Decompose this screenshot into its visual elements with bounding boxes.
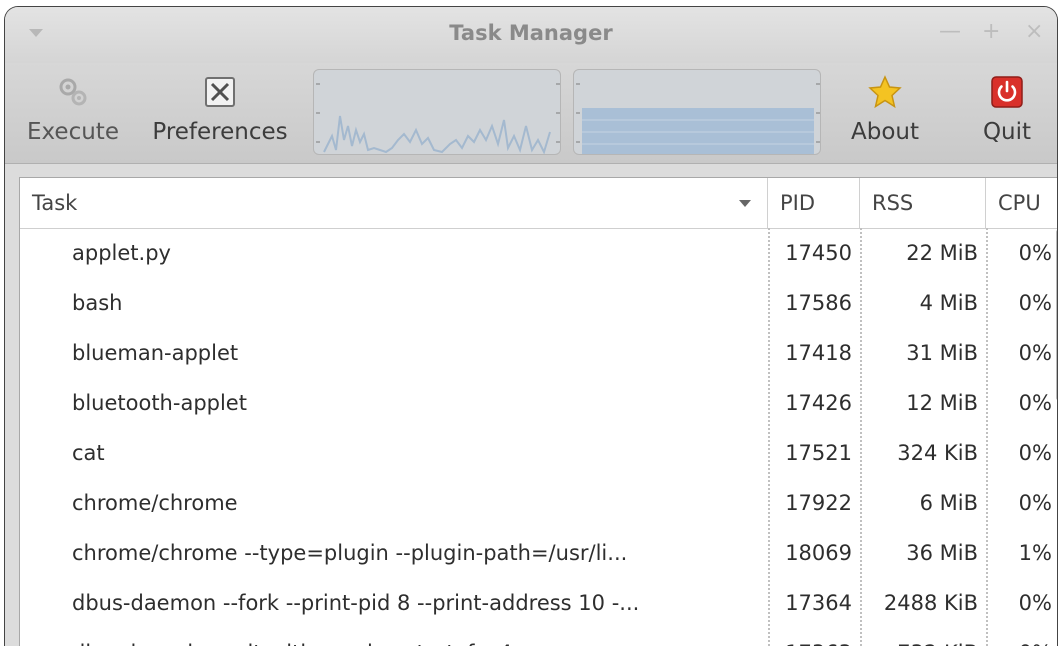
maximize-icon[interactable]: + [982, 19, 1000, 44]
task-name: applet.py [72, 241, 171, 265]
table-row[interactable]: bluetooth-applet 17426 12 MiB 0% [20, 378, 1057, 428]
table-row[interactable]: cat 17521 324 KiB 0% [20, 428, 1057, 478]
task-cpu: 0% [1018, 391, 1052, 415]
task-name: chrome/chrome [72, 491, 238, 515]
task-name: dbus-daemon --fork --print-pid 8 --print… [72, 591, 640, 615]
process-list[interactable]: Task PID RSS CPU applet.py 17450 22 MiB … [19, 177, 1057, 646]
memory-usage-graph [573, 69, 821, 155]
gears-icon [59, 78, 87, 106]
table-row[interactable]: applet.py 17450 22 MiB 0% [20, 228, 1057, 278]
task-rss: 6 MiB [919, 491, 978, 515]
quit-label: Quit [982, 119, 1032, 145]
column-header-cpu[interactable]: CPU [986, 178, 1057, 228]
task-rss: 324 KiB [897, 441, 978, 465]
table-row[interactable]: chrome/chrome 17922 6 MiB 0% [20, 478, 1057, 528]
task-pid: 17922 [785, 491, 852, 515]
task-rss: 31 MiB [906, 341, 978, 365]
task-rss: 2488 KiB [883, 591, 978, 615]
task-rss: 732 KiB [860, 628, 986, 646]
task-pid: 17426 [785, 391, 852, 415]
task-cpu: 0% [1018, 341, 1052, 365]
quit-button[interactable]: Quit [967, 63, 1047, 163]
column-header-task[interactable]: Task [20, 178, 768, 228]
task-pid: 17418 [785, 341, 852, 365]
task-name: bash [72, 291, 123, 315]
task-name: blueman-applet [72, 341, 239, 365]
execute-label: Execute [27, 119, 119, 145]
task-pid: 17363 [768, 628, 860, 646]
about-label: About [850, 119, 919, 145]
title-bar[interactable]: Task Manager — + × [5, 7, 1057, 63]
power-icon [991, 76, 1023, 108]
execute-button[interactable]: Execute [19, 63, 127, 163]
task-pid: 17521 [785, 441, 852, 465]
task-name: dbus-launch --exit-with-session startxfc… [20, 628, 768, 646]
task-pid: 17586 [785, 291, 852, 315]
task-cpu: 0% [1018, 491, 1052, 515]
task-pid: 18069 [785, 541, 852, 565]
task-pid: 17364 [785, 591, 852, 615]
table-row[interactable]: chrome/chrome --type=plugin --plugin-pat… [20, 528, 1057, 578]
task-name: chrome/chrome --type=plugin --plugin-pat… [72, 541, 628, 565]
task-rss: 4 MiB [919, 291, 978, 315]
vertical-scrollbar[interactable] [1056, 230, 1057, 400]
window-title: Task Manager [449, 21, 613, 45]
task-cpu: 0% [986, 628, 1057, 646]
column-header-pid[interactable]: PID [768, 178, 860, 228]
table-row[interactable]: dbus-launch --exit-with-session startxfc… [20, 628, 1057, 646]
cpu-usage-graph [313, 69, 561, 155]
task-rss: 36 MiB [906, 541, 978, 565]
preferences-button[interactable]: Preferences [141, 63, 299, 163]
task-cpu: 0% [1018, 241, 1052, 265]
table-row[interactable]: bash 17586 4 MiB 0% [20, 278, 1057, 328]
process-list-header: Task PID RSS CPU [20, 178, 1057, 229]
task-cpu: 0% [1018, 441, 1052, 465]
close-icon[interactable]: × [1025, 19, 1043, 44]
column-header-rss[interactable]: RSS [860, 178, 986, 228]
toolbar: Execute Preferences About Quit [5, 63, 1057, 164]
task-name: cat [72, 441, 105, 465]
task-rss: 22 MiB [906, 241, 978, 265]
task-pid: 17450 [785, 241, 852, 265]
table-row[interactable]: blueman-applet 17418 31 MiB 0% [20, 328, 1057, 378]
task-cpu: 1% [1018, 541, 1052, 565]
preferences-label: Preferences [152, 119, 288, 145]
about-button[interactable]: About [837, 63, 933, 163]
task-name: bluetooth-applet [72, 391, 247, 415]
task-cpu: 0% [1018, 591, 1052, 615]
task-cpu: 0% [1018, 291, 1052, 315]
task-rss: 12 MiB [906, 391, 978, 415]
table-row[interactable]: dbus-daemon --fork --print-pid 8 --print… [20, 578, 1057, 628]
preferences-icon [205, 77, 235, 107]
sort-descending-icon [739, 200, 751, 207]
star-icon [868, 75, 902, 109]
task-manager-window: Task Manager — + × Execute Preferences A… [4, 6, 1058, 646]
minimize-icon[interactable]: — [939, 19, 961, 44]
